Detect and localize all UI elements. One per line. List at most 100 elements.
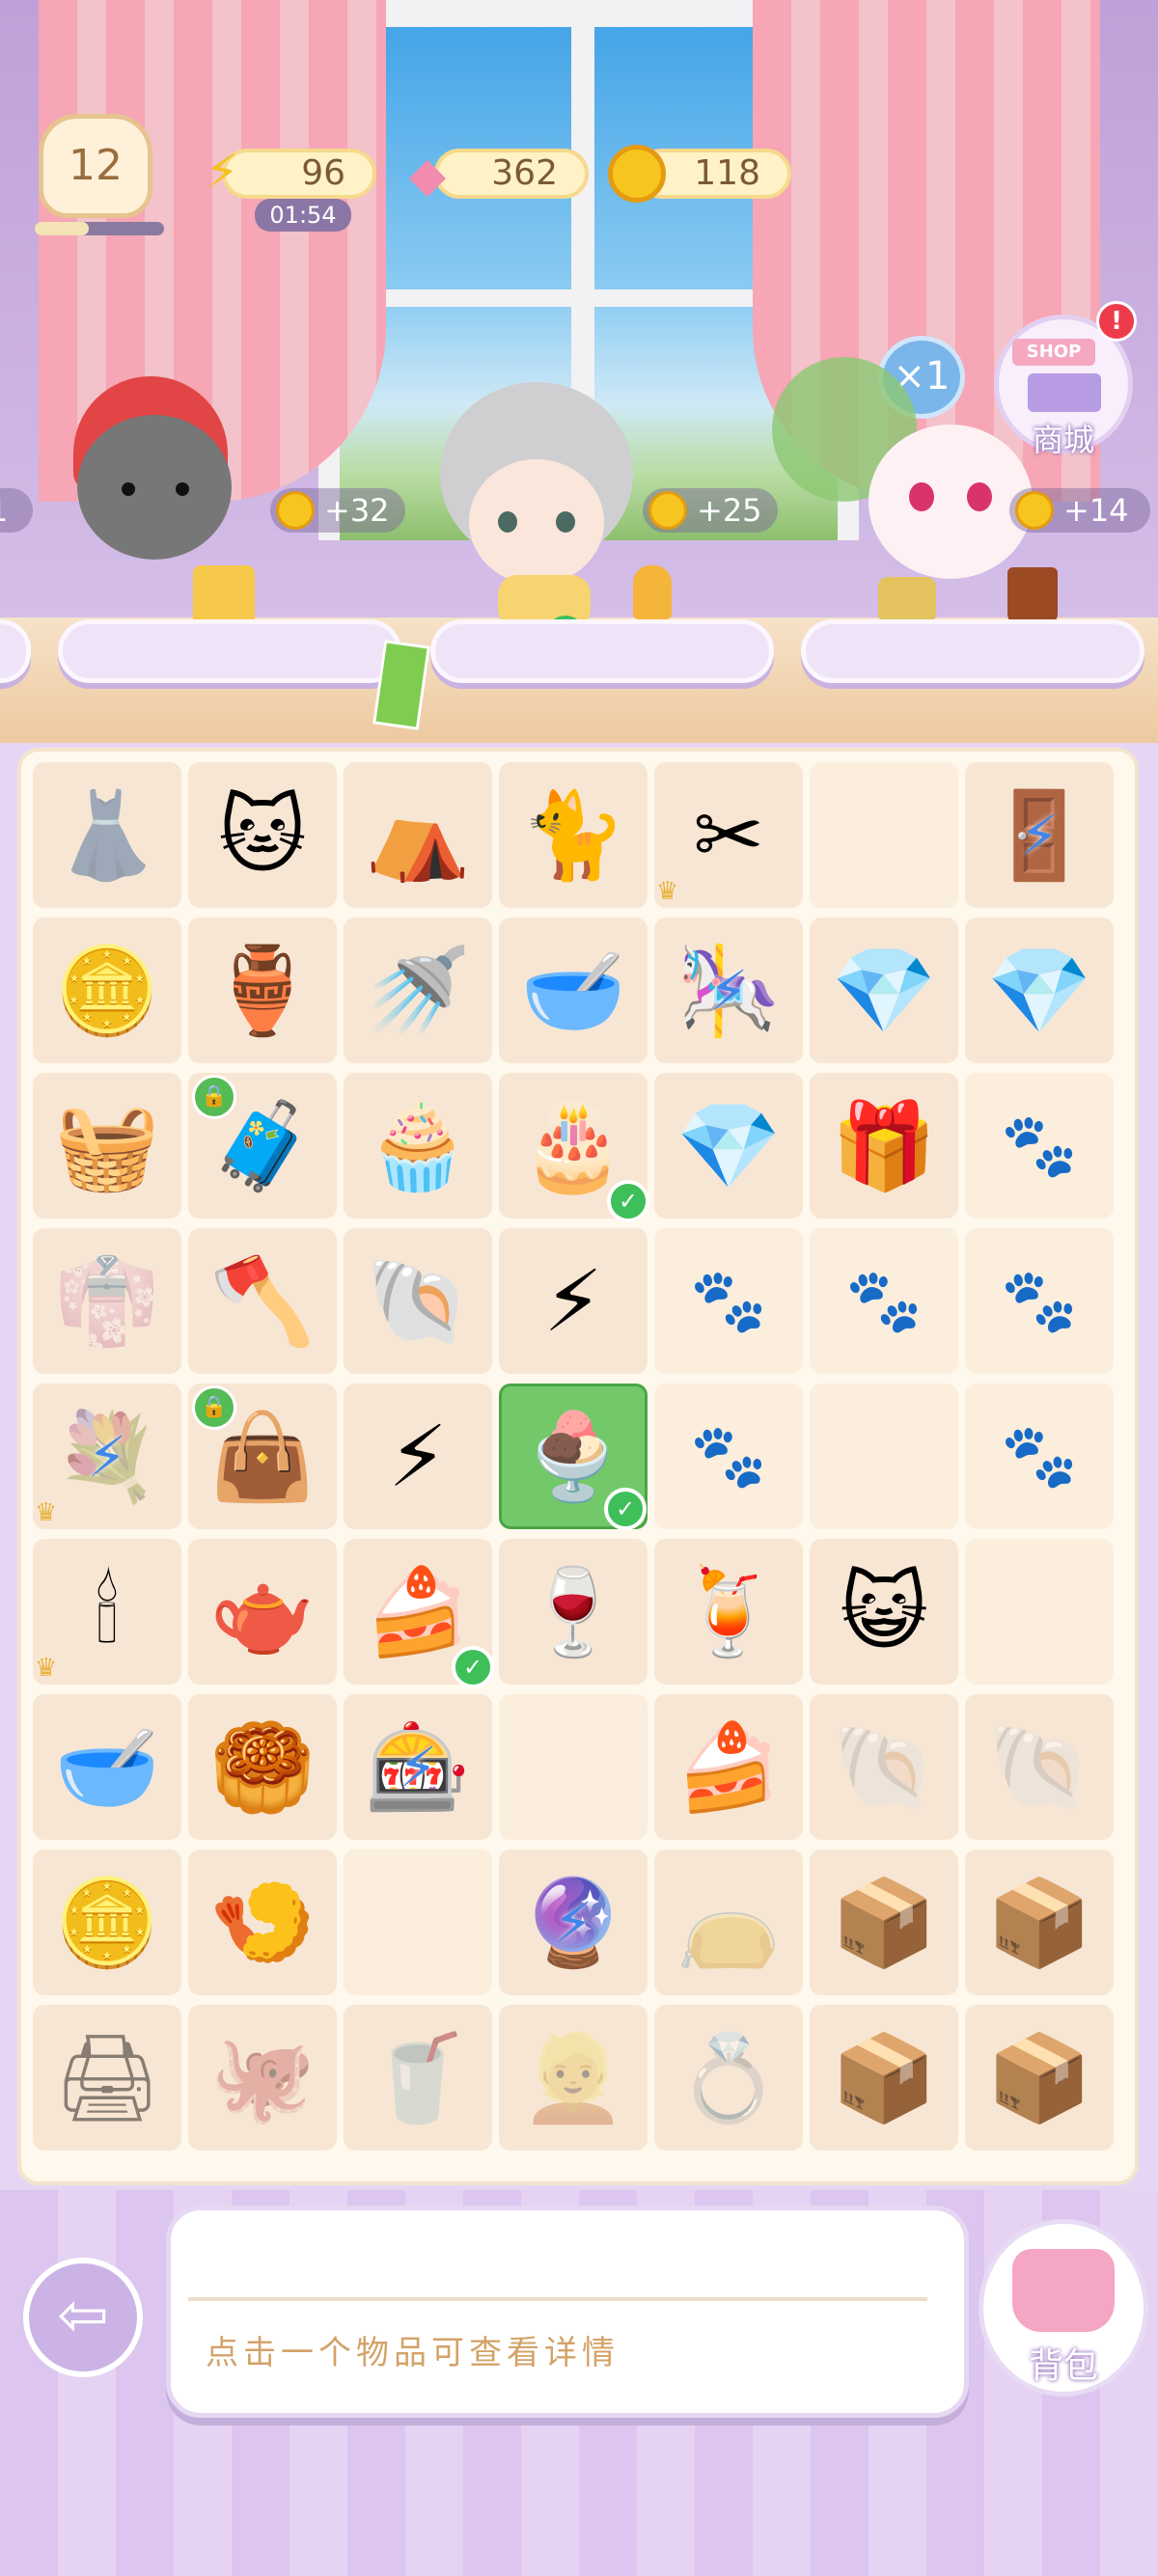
arrow-left-icon: ⇦ <box>57 2280 109 2351</box>
board-item-cupcake[interactable]: 🧁 <box>344 1073 492 1219</box>
board-item-wardrobe[interactable]: 🚪 ⚡ <box>965 762 1114 908</box>
shop-sign: SHOP <box>1012 339 1095 366</box>
board-item-watering-can[interactable]: 🚿 <box>344 918 492 1063</box>
board-item-cake-slice[interactable]: 🍰 <box>654 1694 803 1840</box>
board-item-bowl[interactable]: 🥣 <box>499 918 648 1063</box>
board-item-drink[interactable]: 🥤 <box>344 2005 492 2151</box>
level-badge[interactable]: 12 <box>39 114 152 218</box>
board-item-cat-plush[interactable]: 😺 <box>810 1539 958 1685</box>
fish-plate-icon: 🍤 <box>209 1872 316 1972</box>
cat-reward-value: +32 <box>324 492 390 529</box>
wig-icon: 👱 <box>520 2027 626 2127</box>
board-item-cat-calico[interactable]: 🐱 <box>188 762 337 908</box>
empty-cell[interactable] <box>499 1694 648 1840</box>
bunny-reward-value: +14 <box>1063 492 1129 529</box>
board-item-gem-pile[interactable]: 💎 <box>654 1073 803 1219</box>
board-item-shell2[interactable]: 🐚 <box>965 1694 1114 1840</box>
drink-icon: 🥤 <box>365 2027 471 2127</box>
board-item-cat-orange[interactable]: 🐈 <box>499 762 648 908</box>
dress-icon: 👗 <box>54 784 160 885</box>
paw-cell[interactable]: 🐾 <box>965 1228 1114 1374</box>
board-item-parfait[interactable]: 🍨 ✓ <box>499 1384 648 1530</box>
paw-cell[interactable]: 🐾 <box>654 1228 803 1374</box>
board-item-lemonade[interactable]: 🍹 <box>654 1539 803 1685</box>
board-item-gold-coin[interactable]: 🪙 <box>33 1850 181 1995</box>
scissors-icon: ✂ <box>693 784 764 885</box>
board-item-pastry[interactable]: 🥮 <box>188 1694 337 1840</box>
back-button[interactable]: ⇦ <box>23 2258 143 2377</box>
board-item-energy-double[interactable]: ⚡ <box>344 1384 492 1529</box>
cat-plush-icon: 😺 <box>840 1561 928 1661</box>
board-item-octopus[interactable]: 🐙 <box>188 2005 337 2151</box>
board-item-flower-stand[interactable]: 💐 ⚡ ♛ <box>33 1384 181 1529</box>
board-item-tent[interactable]: ⛺ <box>344 762 492 908</box>
backpack-button[interactable]: 背包 <box>979 2219 1148 2397</box>
printer-icon: 🖨 <box>53 2027 161 2127</box>
lock-icon: 🔒 <box>192 1075 236 1119</box>
board-item-gem[interactable]: 💎 <box>965 918 1114 1063</box>
box-icon: 📦 <box>831 2027 937 2127</box>
paw-print-icon: 🐾 <box>1001 1421 1078 1493</box>
paw-print-icon: 🐾 <box>690 1421 767 1493</box>
board-item-pearl[interactable]: 🐚 <box>344 1228 492 1374</box>
paw-cell[interactable]: 🐾 <box>965 1384 1114 1529</box>
gem-icon: ◆ <box>408 147 447 203</box>
garden-tools-icon: 🧺 <box>54 1095 160 1195</box>
paw-cell[interactable]: 🐾 <box>654 1384 803 1529</box>
box-icon: 📦 <box>831 1872 937 1972</box>
board-item-box[interactable]: 📦 <box>810 2005 958 2151</box>
empty-cell[interactable] <box>810 762 958 908</box>
pitcher-icon: 🫖 <box>209 1561 316 1661</box>
board-item-fish-plate[interactable]: 🍤 <box>188 1850 337 1995</box>
board-item-box[interactable]: 📦 <box>965 2005 1114 2151</box>
board-item-garden-tools[interactable]: 🧺 <box>33 1073 181 1219</box>
octopus-icon: 🐙 <box>209 2027 316 2127</box>
grandma-face <box>469 459 604 585</box>
paw-print-icon: 🐾 <box>1001 1110 1078 1182</box>
board-item-dress[interactable]: 👗 <box>33 762 181 908</box>
board-item-pet-bowl[interactable]: 🥣 <box>33 1694 181 1840</box>
board-item-swing[interactable]: 🎠 ⚡ <box>654 918 803 1063</box>
empty-cell[interactable] <box>810 1384 958 1529</box>
board-item-bag[interactable]: 👜 🔒 <box>188 1384 337 1529</box>
board-item-vending[interactable]: 🎰 ⚡ <box>344 1694 492 1840</box>
board-item-wig[interactable]: 👱 <box>499 2005 648 2151</box>
board-item-scissors[interactable]: ✂ ♛ <box>654 762 803 908</box>
paw-cell[interactable]: 🐾 <box>965 1073 1114 1219</box>
board-item-cake2[interactable]: 🍰 ✓ <box>344 1539 494 1688</box>
board-item-energy[interactable]: ⚡ <box>499 1228 648 1374</box>
board-item-earrings[interactable]: 💍 <box>654 2005 803 2151</box>
cat-customer[interactable] <box>54 376 255 643</box>
board-item-gems[interactable]: 💎 <box>810 918 958 1063</box>
level-value: 12 <box>69 141 123 190</box>
pastry-icon: 🥮 <box>209 1716 316 1817</box>
board-item-box[interactable]: 📦 <box>965 1850 1114 1995</box>
board-item-chest[interactable]: 🎁 <box>810 1073 958 1219</box>
board-item-pitcher[interactable]: 🫖 <box>188 1539 337 1685</box>
energy-timer: 01:54 <box>255 199 351 232</box>
coin-icon <box>648 491 687 530</box>
board-item-box[interactable]: 📦 <box>810 1850 958 1995</box>
generator-bolt-icon: ⚡ <box>708 957 749 1024</box>
board-item-printer[interactable]: 🖨 <box>33 2005 181 2151</box>
empty-cell[interactable] <box>965 1539 1114 1685</box>
board-item-crystal-ball[interactable]: 🔮 ⚡ <box>499 1850 648 1995</box>
empty-cell[interactable] <box>344 1850 492 1995</box>
paw-print-icon: 🐾 <box>1001 1266 1078 1337</box>
grandma-customer[interactable]: ✓ <box>421 382 672 654</box>
paw-cell[interactable]: 🐾 <box>810 1228 958 1374</box>
board-item-bag2[interactable]: 👝 <box>654 1850 803 1995</box>
board-item-robe[interactable]: 👘 <box>33 1228 181 1374</box>
board-item-coins[interactable]: 🪙 <box>33 918 181 1063</box>
board-item-jar[interactable]: 🏺 <box>188 918 337 1063</box>
board-item-shovel[interactable]: 🪓 <box>188 1228 337 1374</box>
board-item-glass[interactable]: 🍷 <box>499 1539 648 1685</box>
gems-icon: 💎 <box>831 940 937 1040</box>
board-item-shell[interactable]: 🐚 <box>810 1694 958 1840</box>
jar-icon: 🏺 <box>209 940 316 1040</box>
level-progress-bar <box>35 222 164 235</box>
cat-calico-icon: 🐱 <box>218 784 307 885</box>
board-item-lunchbox[interactable]: 🧳 🔒 <box>188 1073 337 1219</box>
board-item-candelabra[interactable]: 🕯 ♛ <box>33 1539 181 1685</box>
board-item-cake[interactable]: 🎂 ✓ <box>499 1073 649 1222</box>
